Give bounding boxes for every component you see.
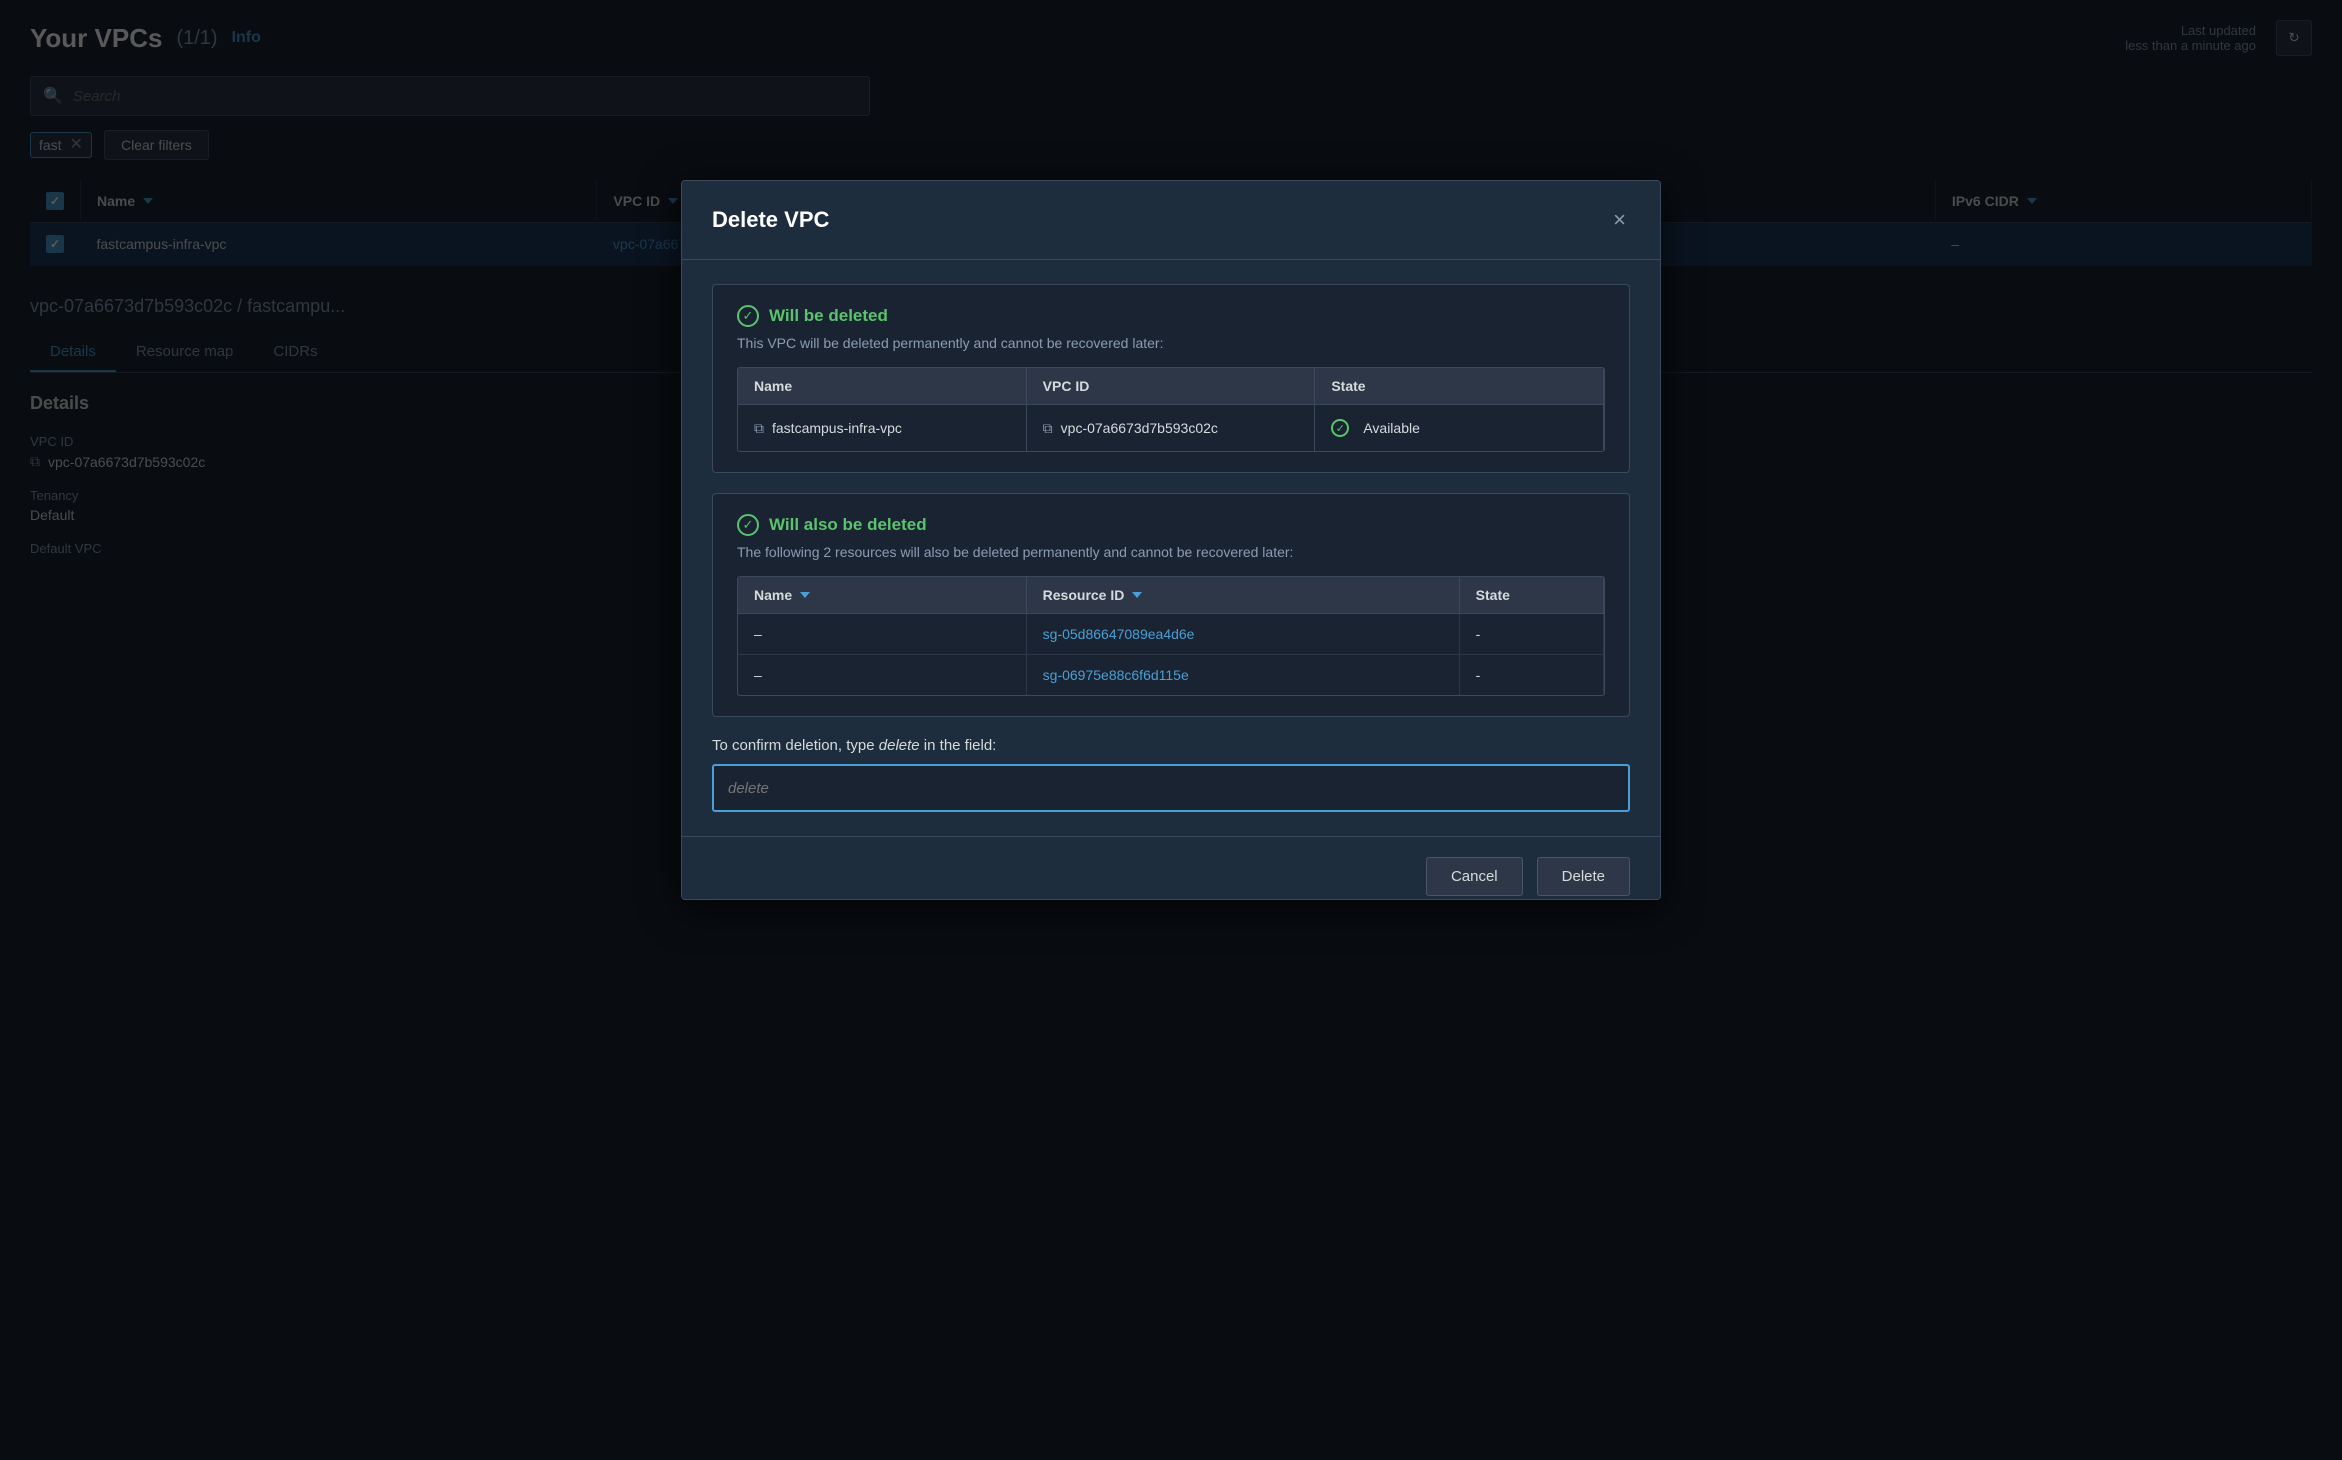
- info-state-cell: ✓ Available: [1315, 405, 1604, 451]
- will-also-be-deleted-header: ✓ Will also be deleted: [737, 514, 1605, 536]
- delete-button[interactable]: Delete: [1537, 857, 1630, 896]
- info-vpcid-cell: ⧉ vpc-07a6673d7b593c02c: [1027, 405, 1316, 451]
- will-be-deleted-section: ✓ Will be deleted This VPC will be delet…: [712, 284, 1630, 473]
- will-also-be-deleted-icon: ✓: [737, 514, 759, 536]
- res1-name: –: [738, 614, 1027, 654]
- will-also-be-deleted-desc: The following 2 resources will also be d…: [737, 544, 1605, 560]
- will-also-be-deleted-section: ✓ Will also be deleted The following 2 r…: [712, 493, 1630, 717]
- res-col-name: Name: [738, 577, 1027, 613]
- will-be-deleted-title: Will be deleted: [769, 306, 888, 326]
- res2-id: sg-06975e88c6f6d115e: [1027, 655, 1460, 695]
- confirm-deletion-section: To confirm deletion, type delete in the …: [712, 737, 1630, 812]
- modal-header: Delete VPC ×: [682, 181, 1660, 260]
- res1-state: -: [1460, 614, 1604, 654]
- modal-title: Delete VPC: [712, 207, 829, 233]
- modal-close-button[interactable]: ×: [1609, 205, 1630, 235]
- info-name-cell: ⧉ fastcampus-infra-vpc: [738, 405, 1027, 451]
- info-col-state: State: [1315, 368, 1604, 404]
- will-be-deleted-header: ✓ Will be deleted: [737, 305, 1605, 327]
- confirm-label-italic: delete: [879, 737, 920, 754]
- copy-vpcid-icon[interactable]: ⧉: [1043, 420, 1053, 437]
- resources-header: Name Resource ID State: [738, 577, 1604, 614]
- vpc-info-table: Name VPC ID State ⧉ fastcampus-infra-vpc…: [737, 367, 1605, 452]
- resource-row-2: – sg-06975e88c6f6d115e -: [738, 655, 1604, 695]
- vpc-id-modal-value: vpc-07a6673d7b593c02c: [1061, 420, 1218, 436]
- vpc-info-header: Name VPC ID State: [738, 368, 1604, 405]
- will-also-be-deleted-title: Will also be deleted: [769, 515, 927, 535]
- vpc-state-modal-value: Available: [1363, 420, 1420, 436]
- res1-id: sg-05d86647089ea4d6e: [1027, 614, 1460, 654]
- confirm-label: To confirm deletion, type delete in the …: [712, 737, 1630, 754]
- cancel-button[interactable]: Cancel: [1426, 857, 1523, 896]
- res-col-id: Resource ID: [1027, 577, 1460, 613]
- copy-name-icon[interactable]: ⧉: [754, 420, 764, 437]
- will-be-deleted-icon: ✓: [737, 305, 759, 327]
- modal-footer: Cancel Delete: [682, 836, 1660, 900]
- modal-overlay: Delete VPC × ✓ Will be deleted This VPC …: [0, 0, 2342, 1460]
- will-be-deleted-desc: This VPC will be deleted permanently and…: [737, 335, 1605, 351]
- res-id-sort[interactable]: [1132, 592, 1142, 598]
- info-col-vpcid: VPC ID: [1027, 368, 1316, 404]
- resource-row-1: – sg-05d86647089ea4d6e -: [738, 614, 1604, 655]
- res1-id-link[interactable]: sg-05d86647089ea4d6e: [1043, 626, 1195, 642]
- vpc-info-row: ⧉ fastcampus-infra-vpc ⧉ vpc-07a6673d7b5…: [738, 405, 1604, 451]
- res-col-state: State: [1460, 577, 1604, 613]
- delete-vpc-modal: Delete VPC × ✓ Will be deleted This VPC …: [681, 180, 1661, 900]
- vpc-name-value: fastcampus-infra-vpc: [772, 420, 902, 436]
- res-name-sort[interactable]: [800, 592, 810, 598]
- resources-table: Name Resource ID State –: [737, 576, 1605, 696]
- confirm-input[interactable]: [712, 764, 1630, 812]
- info-col-name: Name: [738, 368, 1027, 404]
- res2-id-link[interactable]: sg-06975e88c6f6d115e: [1043, 667, 1189, 683]
- res2-state: -: [1460, 655, 1604, 695]
- modal-state-icon: ✓: [1331, 419, 1349, 437]
- res2-name: –: [738, 655, 1027, 695]
- modal-body: ✓ Will be deleted This VPC will be delet…: [682, 260, 1660, 836]
